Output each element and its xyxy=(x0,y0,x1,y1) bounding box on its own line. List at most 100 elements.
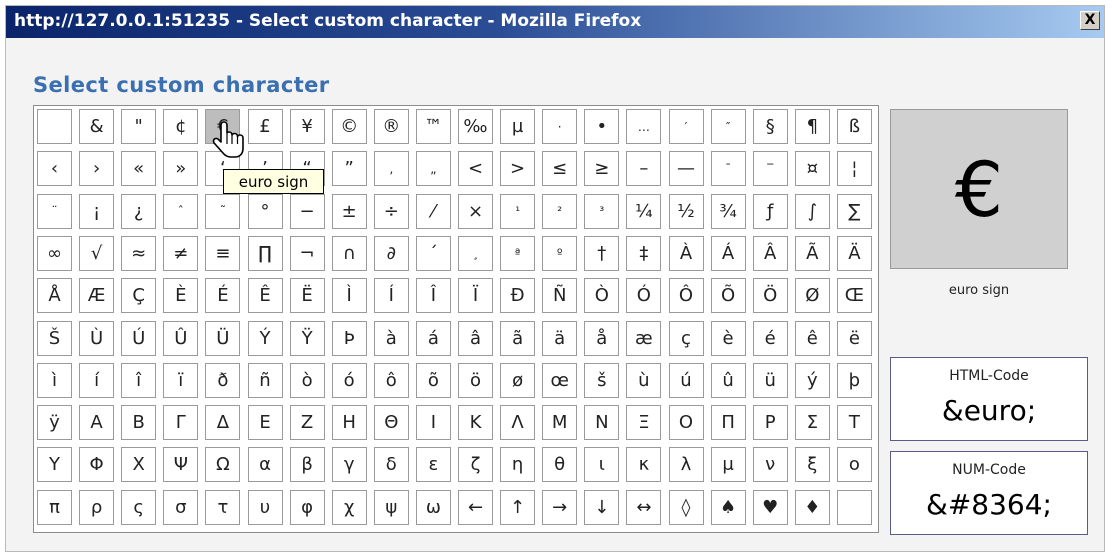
char-cell[interactable]: υ xyxy=(247,489,283,525)
char-cell[interactable]: Α xyxy=(79,405,115,441)
char-cell[interactable]: · xyxy=(542,109,578,144)
char-cell[interactable]: ⁄ xyxy=(415,193,451,229)
char-cell[interactable]: Ù xyxy=(79,320,115,356)
char-cell[interactable]: Ö xyxy=(752,278,788,314)
char-cell[interactable]: ° xyxy=(247,193,283,229)
char-cell[interactable]: Œ xyxy=(836,278,872,314)
char-cell[interactable]: Δ xyxy=(205,405,241,441)
char-cell[interactable]: ω xyxy=(415,489,451,525)
char-cell[interactable]: Κ xyxy=(458,405,493,441)
char-cell[interactable]: ♠ xyxy=(710,489,746,525)
char-cell[interactable]: ÿ xyxy=(37,405,72,441)
char-cell[interactable]: ‾ xyxy=(752,151,788,187)
char-cell[interactable]: † xyxy=(584,235,620,271)
char-cell[interactable]: â xyxy=(458,320,493,356)
char-cell[interactable]: ± xyxy=(331,193,367,229)
char-cell[interactable]: Ú xyxy=(121,320,157,356)
char-cell[interactable]: Β xyxy=(121,405,157,441)
char-cell[interactable]: µ xyxy=(500,109,536,144)
char-cell[interactable]: Ÿ xyxy=(289,320,325,356)
char-cell[interactable]: ψ xyxy=(373,489,409,525)
char-cell[interactable]: Ã xyxy=(794,235,830,271)
char-cell[interactable]: → xyxy=(542,489,578,525)
char-cell[interactable]: ¡ xyxy=(79,193,115,229)
char-cell[interactable]: ∞ xyxy=(37,235,72,271)
char-cell[interactable]: π xyxy=(37,489,72,525)
char-cell[interactable]: Φ xyxy=(79,447,115,483)
char-cell[interactable]: ø xyxy=(500,362,536,398)
char-cell[interactable] xyxy=(37,109,72,144)
char-cell[interactable]: Š xyxy=(37,320,72,356)
char-cell[interactable]: − xyxy=(289,193,325,229)
char-cell[interactable]: Γ xyxy=(163,405,199,441)
char-cell[interactable]: Ò xyxy=(584,278,620,314)
char-cell[interactable]: Ω xyxy=(205,447,241,483)
char-cell[interactable]: Õ xyxy=(710,278,746,314)
char-cell[interactable]: © xyxy=(331,109,367,144)
char-cell[interactable]: æ xyxy=(626,320,662,356)
char-cell[interactable]: › xyxy=(79,151,115,187)
char-cell[interactable]: ä xyxy=(542,320,578,356)
char-cell[interactable]: œ xyxy=(542,362,578,398)
char-cell[interactable]: ‹ xyxy=(37,151,72,187)
char-cell[interactable]: è xyxy=(710,320,746,356)
char-cell[interactable]: Ø xyxy=(794,278,830,314)
char-cell[interactable]: θ xyxy=(542,447,578,483)
char-cell[interactable]: > xyxy=(500,151,536,187)
char-cell[interactable]: η xyxy=(500,447,536,483)
char-cell[interactable]: ” xyxy=(331,151,367,187)
char-cell[interactable]: ¢ xyxy=(163,109,199,144)
char-cell[interactable]: Λ xyxy=(500,405,536,441)
char-cell[interactable]: š xyxy=(584,362,620,398)
char-cell[interactable]: Υ xyxy=(37,447,72,483)
char-cell[interactable]: ∏ xyxy=(247,235,283,271)
char-cell[interactable]: ♦ xyxy=(794,489,830,525)
char-cell[interactable]: – xyxy=(626,151,662,187)
char-cell[interactable]: ˆ xyxy=(163,193,199,229)
char-cell[interactable]: ε xyxy=(415,447,451,483)
char-cell[interactable]: Ó xyxy=(626,278,662,314)
char-cell[interactable]: ∫ xyxy=(794,193,830,229)
char-cell[interactable]: λ xyxy=(668,447,704,483)
char-cell[interactable]: ¦ xyxy=(836,151,872,187)
char-cell[interactable]: Ν xyxy=(584,405,620,441)
char-cell[interactable]: Ý xyxy=(247,320,283,356)
char-cell[interactable]: ↓ xyxy=(584,489,620,525)
char-cell[interactable]: Τ xyxy=(836,405,872,441)
char-cell[interactable]: ¬ xyxy=(289,235,325,271)
char-cell[interactable]: Ξ xyxy=(626,405,662,441)
char-cell[interactable]: º xyxy=(542,235,578,271)
char-cell[interactable]: ß xyxy=(836,109,872,144)
char-cell[interactable]: ∂ xyxy=(373,235,409,271)
char-cell[interactable]: À xyxy=(668,235,704,271)
char-cell[interactable]: < xyxy=(458,151,493,187)
char-cell[interactable]: & xyxy=(79,109,115,144)
char-cell[interactable]: õ xyxy=(415,362,451,398)
char-cell[interactable]: î xyxy=(121,362,157,398)
char-cell[interactable]: í xyxy=(79,362,115,398)
char-cell[interactable]: Ê xyxy=(247,278,283,314)
char-cell[interactable]: Å xyxy=(37,278,72,314)
char-cell[interactable]: ç xyxy=(668,320,704,356)
char-cell[interactable]: ª xyxy=(500,235,536,271)
char-cell[interactable]: γ xyxy=(331,447,367,483)
char-cell[interactable]: é xyxy=(752,320,788,356)
char-cell[interactable]: ë xyxy=(836,320,872,356)
char-cell[interactable]: ¶ xyxy=(794,109,830,144)
char-cell[interactable]: ï xyxy=(163,362,199,398)
char-cell[interactable]: Ι xyxy=(415,405,451,441)
char-cell[interactable]: ′ xyxy=(668,109,704,144)
char-cell[interactable]: ð xyxy=(205,362,241,398)
char-cell[interactable]: Â xyxy=(752,235,788,271)
char-cell[interactable]: à xyxy=(373,320,409,356)
char-cell[interactable]: ζ xyxy=(458,447,493,483)
char-cell[interactable]: β xyxy=(289,447,325,483)
char-cell[interactable]: ™ xyxy=(415,109,451,144)
char-cell[interactable]: α xyxy=(247,447,283,483)
char-cell[interactable]: ƒ xyxy=(752,193,788,229)
char-cell[interactable]: È xyxy=(163,278,199,314)
char-cell[interactable]: á xyxy=(415,320,451,356)
char-cell[interactable]: ♥ xyxy=(752,489,788,525)
char-cell[interactable]: þ xyxy=(836,362,872,398)
char-cell[interactable]: ‚ xyxy=(373,151,409,187)
